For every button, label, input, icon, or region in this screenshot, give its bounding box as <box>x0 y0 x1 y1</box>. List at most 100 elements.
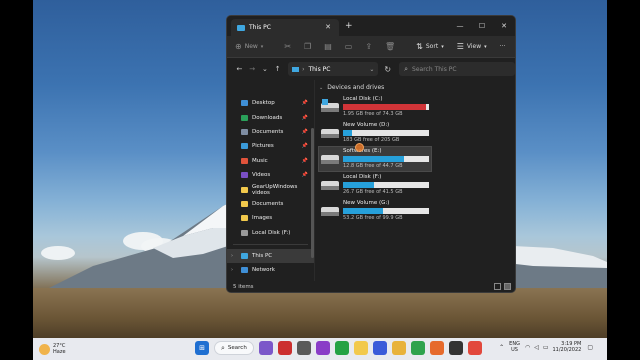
drive-tile[interactable]: Local Disk (C:) 1.95 GB free of 74.3 GB <box>319 95 431 119</box>
refresh-button[interactable]: ↻ <box>384 65 391 74</box>
app-icon[interactable] <box>372 341 387 355</box>
pin-icon[interactable]: 📌 <box>302 100 308 106</box>
sidebar-item[interactable]: Downloads 📌 <box>227 110 314 124</box>
app-icon[interactable] <box>296 341 311 355</box>
search-input[interactable] <box>412 65 513 73</box>
rename-icon: ▭ <box>344 42 353 51</box>
app-icon[interactable] <box>467 341 482 355</box>
sidebar-item[interactable]: Documents <box>227 197 314 211</box>
taskbar-search[interactable]: ⌕ Search <box>214 341 254 355</box>
details-view-button[interactable] <box>494 283 501 290</box>
sidebar-item-label: Documents <box>252 200 284 207</box>
chat-app-icon[interactable] <box>258 341 273 355</box>
wifi-icon[interactable]: ◠ <box>525 344 530 351</box>
chevron-right-icon[interactable]: › <box>231 267 233 273</box>
sidebar-item[interactable]: Desktop 📌 <box>227 96 314 110</box>
search-icon: ⌕ <box>404 64 409 73</box>
more-options-button[interactable]: ··· <box>500 43 506 50</box>
chevron-up-icon[interactable]: ⌃ <box>499 344 504 351</box>
sort-icon: ⇅ <box>416 42 423 51</box>
drive-tile[interactable]: Local Disk (F:) 26.7 GB free of 41.5 GB <box>319 173 431 197</box>
pin-icon[interactable]: 📌 <box>302 143 308 149</box>
folder-icon <box>241 100 248 107</box>
sidebar-item-label: Desktop <box>252 100 275 107</box>
quick-access-list: Desktop 📌 Downloads 📌 Documents 📌 Pictures 📌 Mus… <box>227 96 314 240</box>
rename-button[interactable]: ▭ <box>345 42 356 51</box>
title-bar: This PC ✕ + — ☐ ✕ <box>227 16 515 36</box>
chrome-icon[interactable] <box>410 341 425 355</box>
folder-icon <box>241 157 248 164</box>
new-button[interactable]: ⊕ New ▾ <box>235 42 266 51</box>
sidebar-item[interactable]: Videos 📌 <box>227 168 314 182</box>
search-box[interactable]: ⌕ <box>399 62 515 76</box>
drive-name: Local Disk (F:) <box>343 174 382 180</box>
usage-fill <box>343 208 383 214</box>
chevron-right-icon: › <box>302 65 305 73</box>
chevron-down-icon: ▾ <box>441 43 444 50</box>
pin-icon[interactable]: 📌 <box>302 129 308 135</box>
file-explorer-taskbar-icon[interactable] <box>391 341 406 355</box>
drive-tile[interactable]: New Volume (G:) 53.2 GB free of 99.9 GB <box>319 199 431 223</box>
usage-fill <box>343 156 404 162</box>
notifications-icon[interactable]: ▢ <box>587 344 593 351</box>
new-tab-button[interactable]: + <box>345 21 353 31</box>
address-field[interactable]: › This PC ⌄ <box>288 62 379 76</box>
up-button[interactable]: ↑ <box>271 65 284 73</box>
firefox-icon[interactable] <box>429 341 444 355</box>
cut-button[interactable]: ✂ <box>284 42 294 51</box>
sidebar-item-network[interactable]: › Network <box>227 263 314 277</box>
battery-icon[interactable]: ▭ <box>543 344 549 351</box>
paste-button[interactable]: ▤ <box>324 42 335 51</box>
sidebar-item[interactable]: Music 📌 <box>227 154 314 168</box>
language-indicator[interactable]: ENG US <box>509 341 520 353</box>
recent-locations-button[interactable]: ⌄ <box>259 65 272 73</box>
back-button[interactable]: ← <box>233 65 246 73</box>
forward-button[interactable]: → <box>246 65 259 73</box>
group-header[interactable]: ⌄ Devices and drives <box>319 84 384 91</box>
share-button[interactable]: ⇪ <box>365 42 375 51</box>
chevron-down-icon: ▾ <box>260 43 264 50</box>
sidebar-item[interactable]: GearUpWindows videos <box>227 182 314 196</box>
clock[interactable]: 3:19 PM 11/20/2022 <box>553 341 582 353</box>
sidebar-item-label: Local Disk (F:) <box>252 229 291 236</box>
view-button[interactable]: ☰ View ▾ <box>457 42 490 51</box>
app-icon[interactable] <box>448 341 463 355</box>
sidebar-item-label: Network <box>252 267 275 274</box>
app-icon[interactable] <box>277 341 292 355</box>
close-button[interactable]: ✕ <box>493 16 515 36</box>
speaker-icon[interactable]: ◁ <box>534 344 539 351</box>
scissors-icon: ✂ <box>284 42 292 51</box>
sidebar-item[interactable]: Pictures 📌 <box>227 139 314 153</box>
whatsapp-icon[interactable] <box>334 341 349 355</box>
pin-icon[interactable]: 📌 <box>302 115 308 121</box>
copy-button[interactable]: ❐ <box>304 42 314 51</box>
new-label: New <box>244 43 258 50</box>
drive-tile[interactable]: New Volume (D:) 183 GB free of 205 GB <box>319 121 431 145</box>
tiles-view-button[interactable] <box>504 283 511 290</box>
pin-icon[interactable]: 📌 <box>302 172 308 178</box>
tab-this-pc[interactable]: This PC ✕ <box>231 19 339 36</box>
app-icon[interactable] <box>315 341 330 355</box>
chevron-down-icon[interactable]: ⌄ <box>369 66 374 73</box>
drive-tile[interactable]: Softwares (E:)12.8 GB free of 44.7 GB <box>318 146 432 172</box>
system-tray: ⌃ ENG US ◠ ◁ ▭ 3:19 PM 11/20/2022 ▢ <box>499 341 597 353</box>
chevron-right-icon[interactable]: › <box>231 253 233 259</box>
app-icon[interactable] <box>353 341 368 355</box>
close-tab-icon[interactable]: ✕ <box>325 23 331 31</box>
delete-button[interactable]: 🗑 <box>385 42 398 51</box>
minimize-button[interactable]: — <box>449 16 471 36</box>
usage-bar <box>343 182 429 188</box>
sidebar-item[interactable]: Local Disk (F:) <box>227 226 314 240</box>
sort-button[interactable]: ⇅ Sort ▾ <box>416 42 447 51</box>
weather-widget[interactable]: 27°C Haze <box>39 343 66 355</box>
sidebar-item[interactable]: Documents 📌 <box>227 125 314 139</box>
folder-icon <box>241 215 248 222</box>
letterbox-right <box>607 0 640 360</box>
pin-icon[interactable]: 📌 <box>302 158 308 164</box>
start-button[interactable]: ⊞ <box>195 341 209 355</box>
maximize-button[interactable]: ☐ <box>471 16 493 36</box>
drive-free-space: 1.95 GB free of 74.3 GB <box>343 111 403 117</box>
sidebar-item-this-pc[interactable]: › This PC <box>227 248 314 264</box>
drive-icon <box>321 205 339 217</box>
sidebar-item[interactable]: Images <box>227 211 314 225</box>
